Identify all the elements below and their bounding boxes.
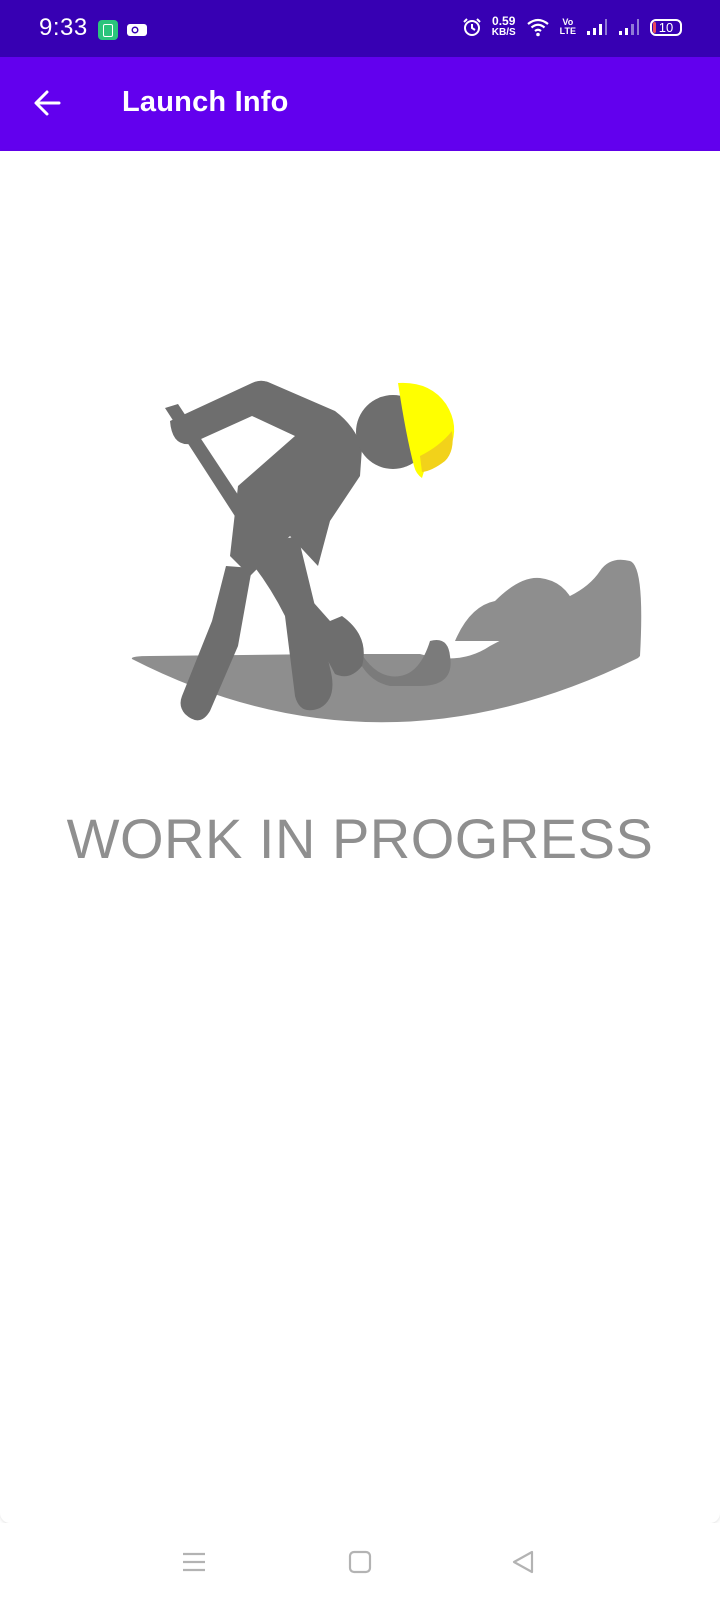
wifi-icon [526,18,549,37]
back-button[interactable] [28,84,66,122]
signal-icon [619,19,639,35]
signal-icon [587,19,607,35]
menu-icon[interactable] [177,1545,211,1579]
back-triangle-icon[interactable] [506,1545,540,1579]
video-camera-icon [127,24,147,36]
status-notification-icons [98,20,148,40]
volte-icon: Vo LTE [560,18,576,36]
status-system-icons: 0.59 KB/S Vo LTE 10 [462,14,682,38]
battery-icon: 10 [650,18,682,36]
battery-level: 10 [658,19,674,35]
content-area: WORK IN PROGRESS [0,151,720,1523]
app-bar: Launch Info [0,57,720,151]
alarm-icon [463,18,481,36]
home-square-icon[interactable] [343,1545,377,1579]
network-speed: 0.59 KB/S [491,14,516,38]
volte-bottom-label: LTE [559,26,576,36]
status-time: 9:33 [39,14,88,41]
network-speed-unit: KB/S [491,27,516,38]
work-in-progress-illustration [131,380,642,723]
page-title: Launch Info [122,86,289,118]
battery-saver-icon [98,20,118,40]
work-in-progress-label: WORK IN PROGRESS [66,807,654,870]
worker-body [170,380,362,576]
network-speed-value: 0.59 [492,14,516,28]
arrow-back-icon [34,90,61,116]
status-bar: 9:33 0.59 KB/S Vo LTE 10 [0,0,720,57]
system-nav-bar [0,1523,720,1600]
